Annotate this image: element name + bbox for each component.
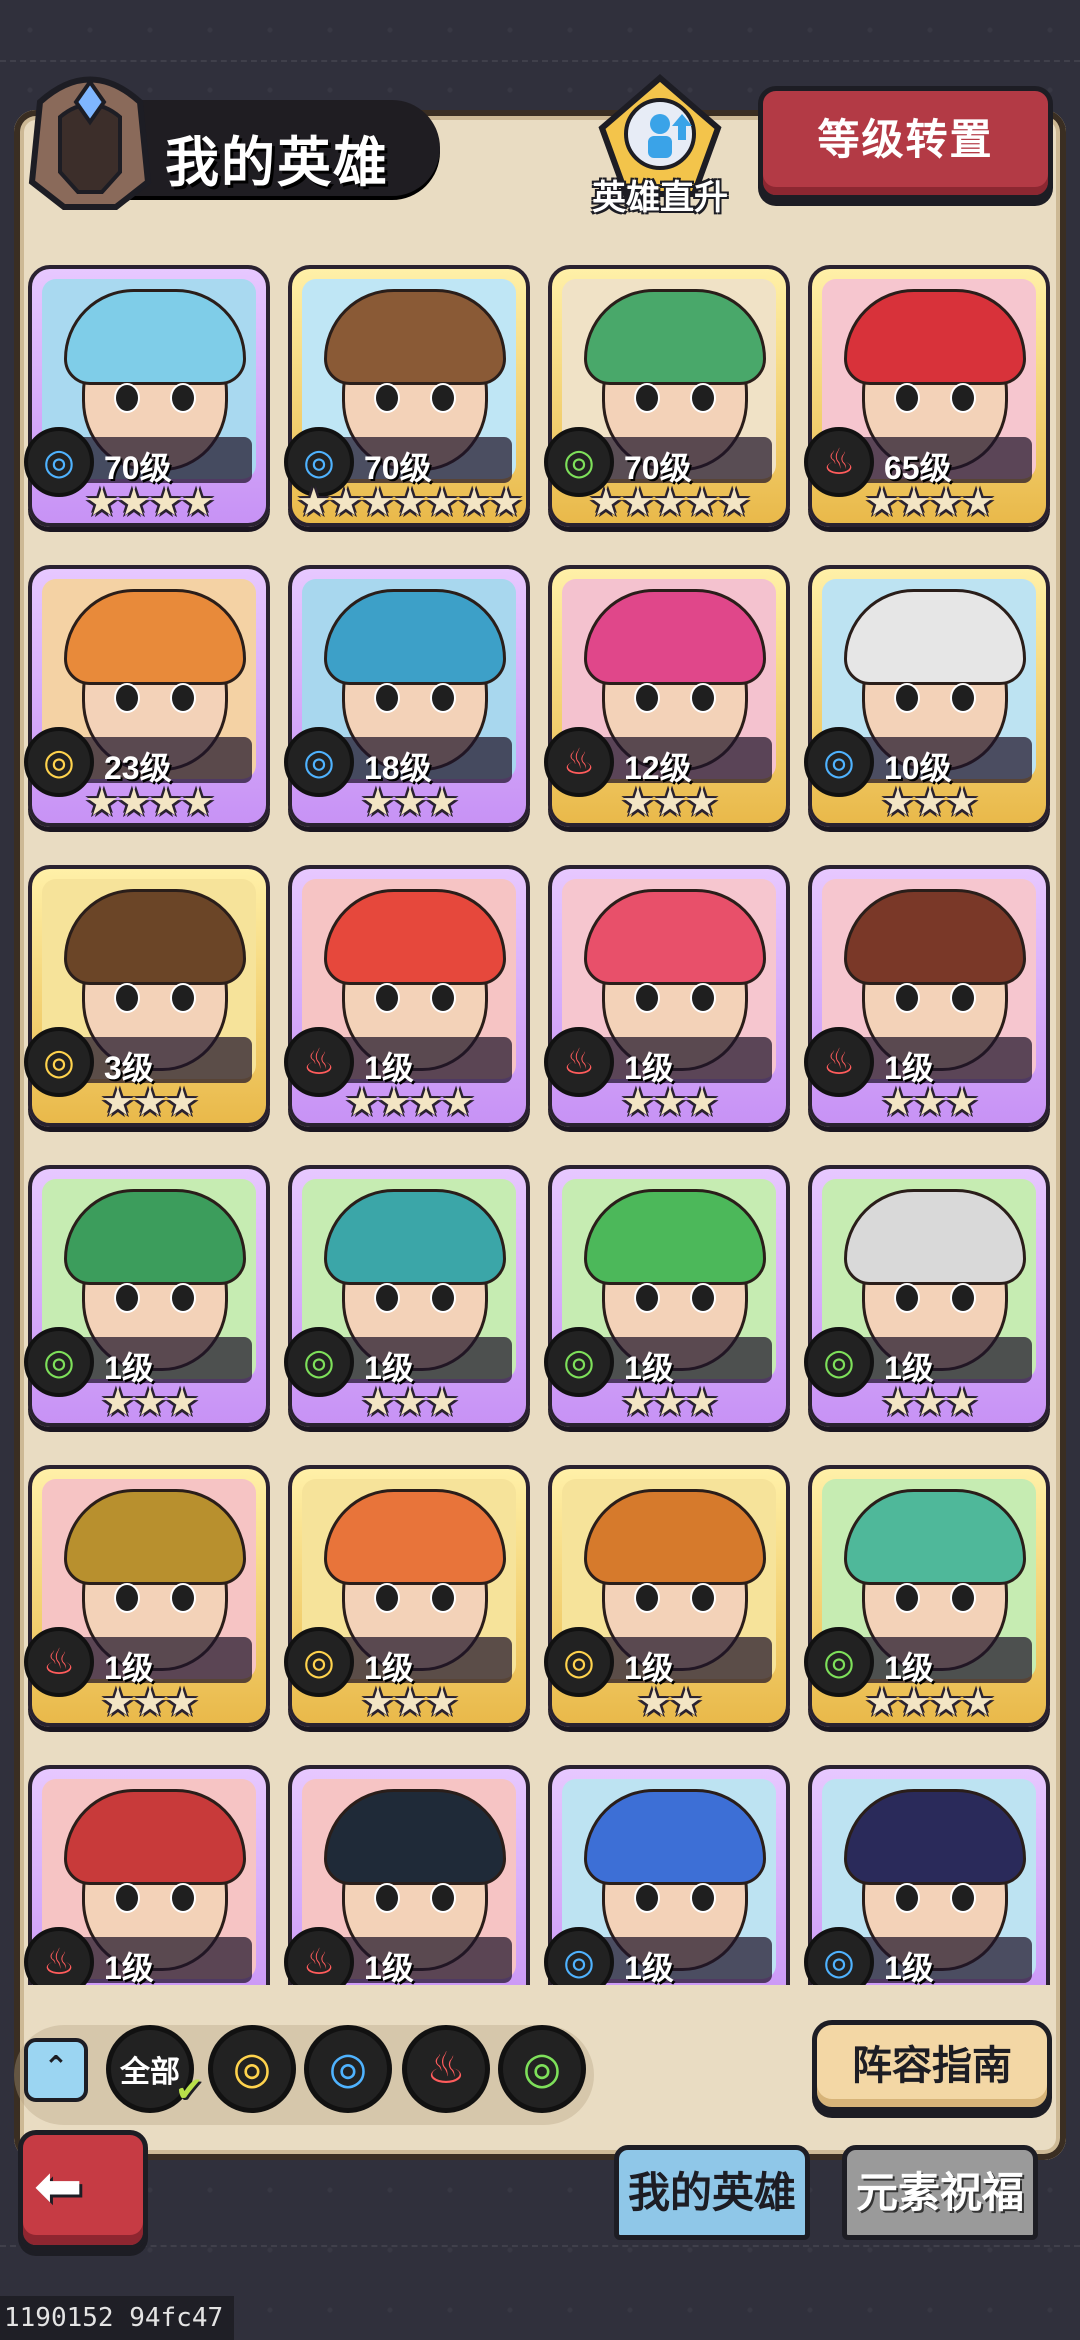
hero-stars: ★★★★ (864, 482, 995, 524)
selected-check-icon: ✔ (175, 2071, 204, 2109)
hero-stars: ★★★ (880, 1082, 979, 1124)
hero-stars: ★★★★ (84, 482, 215, 524)
hero-stars: ★★★ (100, 1682, 199, 1724)
hero-stars: ★★★ (292, 1983, 526, 1985)
hero-card[interactable]: ◎ 70级 ★★★★ (24, 265, 270, 527)
hero-card[interactable]: ◎1级★★★ (24, 1165, 270, 1427)
hero-stars: ★★★★ (84, 782, 215, 824)
hero-card[interactable]: ◎1级★★★ (284, 1465, 530, 1727)
hero-card[interactable]: ◎ 1级 ★★ (544, 1465, 790, 1727)
hero-stars: ★★★ (100, 1082, 199, 1124)
filter-earth[interactable]: ◎ (208, 2025, 296, 2113)
hero-stars: ★★★ (620, 1082, 719, 1124)
hero-stars: ★★★ (32, 1983, 266, 1985)
hero-stars: ★★★★★★★ (296, 482, 523, 524)
hero-stars: ★★★ (880, 782, 979, 824)
hero-stars: ★★★ (360, 1382, 459, 1424)
water-element-icon: ◎ (328, 2044, 368, 2093)
hero-card[interactable]: ◎1级★★★ (544, 1765, 790, 1985)
footer-id: 1190152 94fc47 (0, 2296, 234, 2340)
filter-water[interactable]: ◎ (304, 2025, 392, 2113)
hero-card[interactable]: ◎ 70级 ★★★★★★★ (284, 265, 530, 527)
filter-fire[interactable]: ♨ (402, 2025, 490, 2113)
collapse-filter-button[interactable]: ⌃ (24, 2038, 88, 2102)
hero-card[interactable]: ♨1级★★★ (284, 1765, 530, 1985)
hero-card[interactable]: ◎1级★★★ (544, 1165, 790, 1427)
hero-card[interactable]: ♨1级★★★ (544, 865, 790, 1127)
hero-card[interactable]: ◎ 18级 ★★★ (284, 565, 530, 827)
hero-stars: ★★★ (620, 1382, 719, 1424)
hero-card[interactable]: ◎ 3级 ★★★ (24, 865, 270, 1127)
hero-stars: ★★★★ (864, 1682, 995, 1724)
hero-card[interactable]: ♨1级★★★ (24, 1465, 270, 1727)
hero-grid-viewport: ◎ 70级 ★★★★ ◎ 70级 ★★★★★★★ ◎ 70级 ★★★★★ ♨ 65级 ★★★★ ◎ 23级… (0, 0, 1080, 1985)
hero-card[interactable]: ♨1级★★★ (24, 1765, 270, 1985)
hero-card[interactable]: ◎1级★★★ (284, 1165, 530, 1427)
filter-wind[interactable]: ◎ (498, 2025, 586, 2113)
hero-card[interactable]: ◎ 70级 ★★★★★ (544, 265, 790, 527)
hero-stars: ★★★★★ (588, 482, 751, 524)
hero-card[interactable]: ◎ 1级 ★★★★ (804, 1465, 1050, 1727)
hero-level: 1级 (624, 1950, 674, 1985)
back-arrow-icon: ⬅ (34, 2154, 83, 2219)
bottom-decoration (0, 2245, 1080, 2277)
hero-stars: ★★★ (360, 1682, 459, 1724)
hero-card[interactable]: ◎ 23级 ★★★★ (24, 565, 270, 827)
hero-stars: ★★★ (100, 1382, 199, 1424)
hero-card[interactable]: ♨ 65级 ★★★★ (804, 265, 1050, 527)
wind-element-icon: ◎ (522, 2044, 562, 2093)
hero-stars: ★★★ (552, 1983, 786, 1985)
hero-stars: ★★★ (812, 1983, 1046, 1985)
hero-stars: ★★★ (620, 782, 719, 824)
hero-card[interactable]: ♨1级★★★ (804, 865, 1050, 1127)
tab-my-heroes[interactable]: 我的英雄 (614, 2145, 810, 2240)
hero-stars: ★★ (636, 1682, 703, 1724)
hero-card[interactable]: ♨ 12级 ★★★ (544, 565, 790, 827)
hero-card[interactable]: ♨ 1级 ★★★★ (284, 865, 530, 1127)
hero-stars: ★★★ (880, 1382, 979, 1424)
filter-all-label: 全部 (120, 2056, 180, 2089)
lineup-guide-button[interactable]: 阵容指南 (812, 2020, 1052, 2112)
hero-stars: ★★★★ (344, 1082, 475, 1124)
hero-card[interactable]: ◎1级★★★ (804, 1165, 1050, 1427)
hero-stars: ★★★ (360, 782, 459, 824)
hero-card[interactable]: ◎1级★★★ (804, 1765, 1050, 1985)
fire-element-icon: ♨ (426, 2044, 466, 2093)
hero-level: 1级 (364, 1950, 414, 1985)
hero-card[interactable]: ◎ 10级 ★★★ (804, 565, 1050, 827)
hero-level: 1级 (884, 1950, 934, 1985)
hero-grid: ◎ 70级 ★★★★ ◎ 70级 ★★★★★★★ ◎ 70级 ★★★★★ ♨ 65级 ★★★★ ◎ 23级… (24, 265, 1052, 1985)
earth-element-icon: ◎ (232, 2044, 272, 2093)
hero-level: 1级 (104, 1950, 154, 1985)
tab-element-blessing[interactable]: 元素祝福 (842, 2145, 1038, 2240)
